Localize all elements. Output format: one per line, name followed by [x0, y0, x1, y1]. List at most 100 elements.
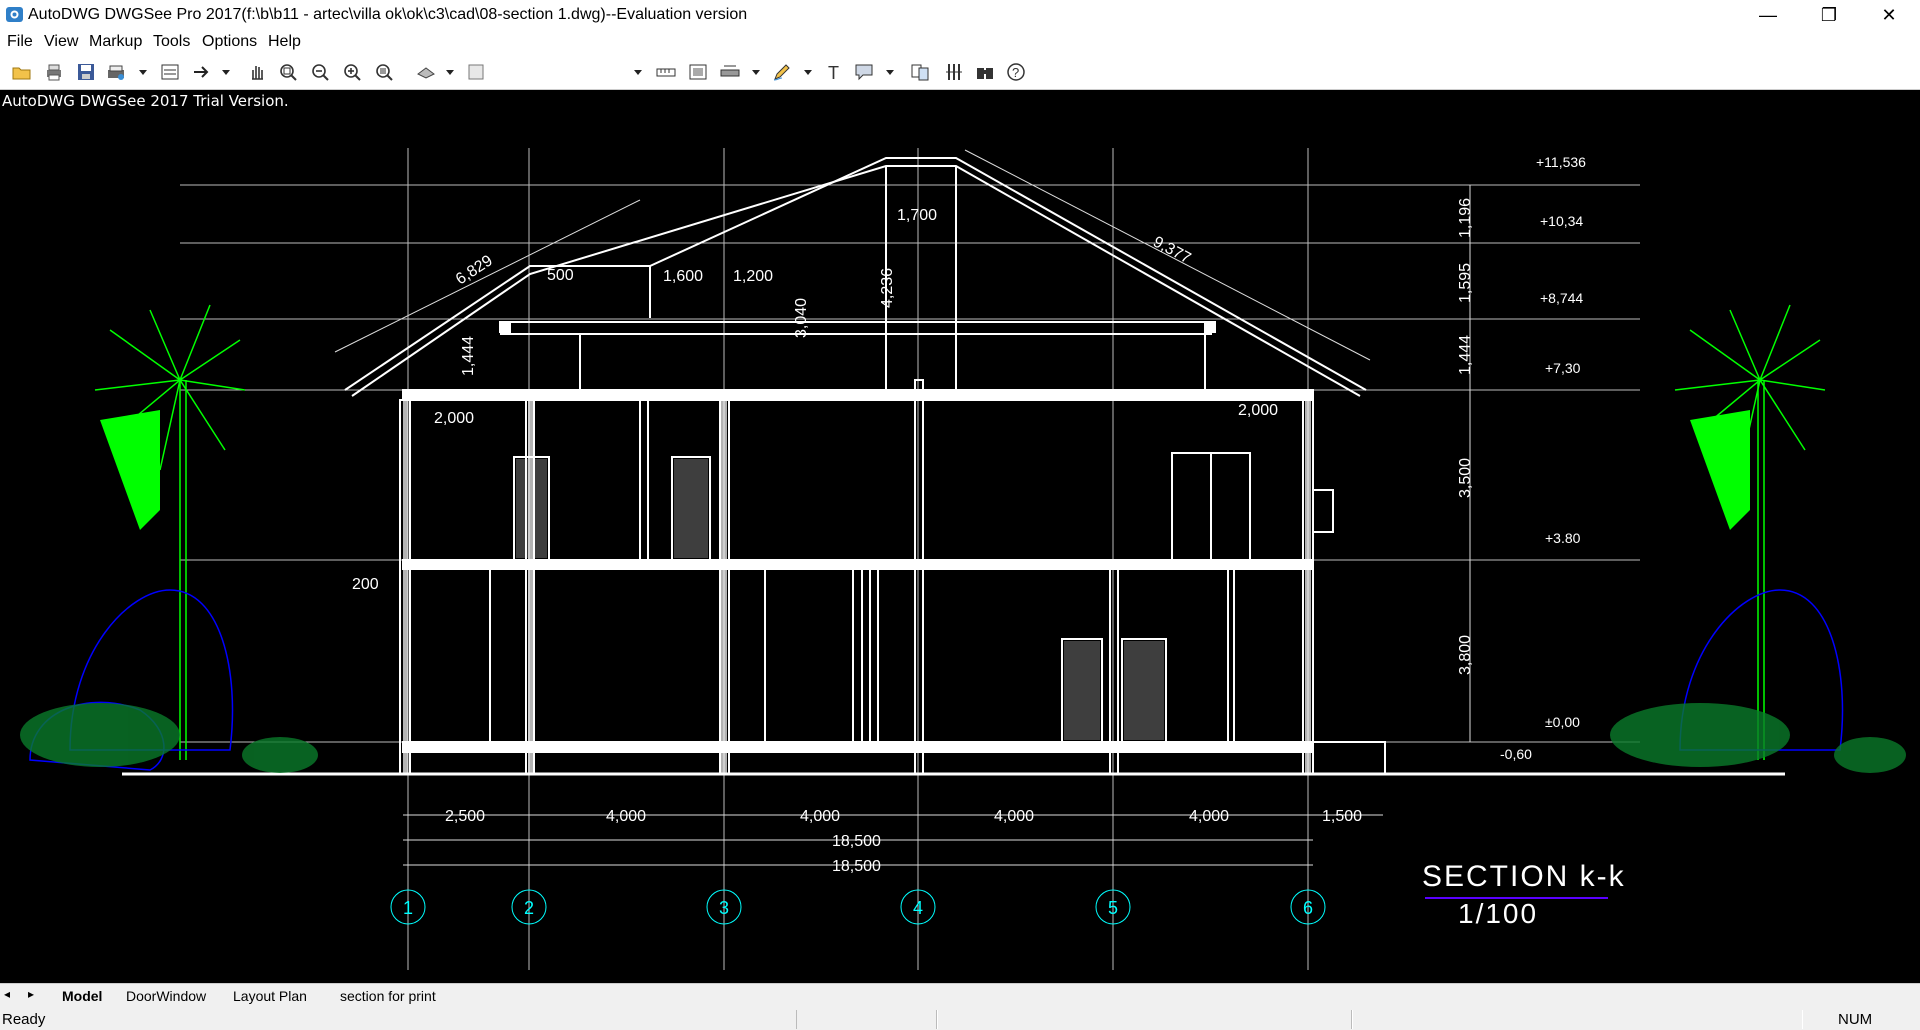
dim-span-3: 4,000 [800, 808, 840, 825]
building-section [344, 157, 1386, 775]
page-layout-icon[interactable] [160, 62, 180, 82]
close-button[interactable]: ✕ [1866, 0, 1912, 30]
text-tool-icon[interactable]: T [824, 62, 844, 82]
dim-4236: 4,236 [879, 268, 896, 308]
menu-tools[interactable]: Tools [153, 33, 190, 51]
markup-pen-icon[interactable] [772, 62, 792, 82]
menu-markup[interactable]: Markup [89, 33, 142, 51]
pan-hand-icon[interactable] [247, 62, 267, 82]
dim-total-2: 18,500 [832, 858, 881, 875]
section-title: SECTION k-k [1422, 860, 1626, 893]
left-palm-tree [94, 304, 246, 760]
menu-file[interactable]: File [7, 33, 33, 51]
dim-200: 200 [352, 576, 379, 593]
level-1034: +10,34 [1540, 213, 1583, 229]
level-000: ±0,00 [1545, 714, 1580, 730]
batch-print-icon[interactable] [106, 62, 126, 82]
markup-dropdown-icon[interactable] [804, 70, 812, 75]
batch-print-dropdown-icon[interactable] [139, 70, 147, 75]
num-lock-indicator: NUM [1838, 1011, 1873, 1028]
open-folder-icon[interactable] [12, 62, 32, 82]
measure-area-icon[interactable] [688, 62, 708, 82]
grid-bubbles: 1 2 3 4 5 6 [390, 889, 1326, 925]
callout-icon[interactable] [854, 62, 874, 82]
grid-bubble-label: 4 [913, 898, 923, 918]
level-8744: +8,744 [1540, 290, 1583, 306]
dim-roof-right-slope: 9,377 [1150, 234, 1193, 268]
status-pane-3 [1351, 1010, 1803, 1029]
layer-properties-dropdown-icon[interactable] [446, 70, 454, 75]
level-11536: +11,536 [1536, 154, 1586, 170]
measure-distance-icon[interactable] [656, 62, 676, 82]
status-pane-1 [796, 1010, 938, 1029]
svg-text:?: ? [1012, 65, 1019, 80]
dim-3040: 3,040 [793, 298, 810, 338]
menu-options[interactable]: Options [202, 33, 257, 51]
save-icon[interactable] [76, 62, 96, 82]
maximize-button[interactable]: ❐ [1806, 0, 1852, 30]
dwgsee-app-icon [6, 7, 23, 22]
dim-1200: 1,200 [733, 268, 773, 285]
title-bar: AutoDWG DWGSee Pro 2017(f:\b\b11 - artec… [0, 0, 1920, 30]
status-pane-2 [936, 1010, 1353, 1029]
dim-total-1: 18,500 [832, 833, 881, 850]
help-icon[interactable]: ? [1006, 62, 1026, 82]
tab-scroll-left-icon[interactable]: ◂ [4, 987, 10, 1001]
level-730: +7,30 [1545, 360, 1581, 376]
section-scale: 1/100 [1458, 898, 1538, 929]
dim-span-6: 1,500 [1322, 808, 1362, 825]
zoom-extents-icon[interactable] [374, 62, 394, 82]
zoom-out-icon[interactable] [310, 62, 330, 82]
tab-section-for-print[interactable]: section for print [340, 988, 436, 1004]
dim-2000-left: 2,000 [434, 410, 474, 427]
vdim-1595: 1,595 [1457, 263, 1474, 303]
layout-tabs-bar: ◂ ▸ Model DoorWindow Layout Plan section… [0, 983, 1920, 1010]
dim-1700: 1,700 [897, 207, 937, 224]
measure-dropdown-icon[interactable] [752, 70, 760, 75]
toolbar: 0 T ? [0, 55, 1920, 140]
drawing-canvas[interactable]: AutoDWG DWGSee 2017 Trial Version. 1 2 3… [0, 90, 1920, 983]
menu-help[interactable]: Help [268, 33, 301, 51]
dim-1600: 1,600 [663, 268, 703, 285]
find-binoculars-icon[interactable] [975, 62, 995, 82]
dimension-lines [334, 149, 1471, 866]
tab-scroll-right-icon[interactable]: ▸ [28, 987, 34, 1001]
layer-properties-icon[interactable] [416, 62, 436, 82]
dim-1444-left: 1,444 [460, 336, 477, 376]
vdim-3500: 3,500 [1457, 458, 1474, 498]
left-bushes [20, 703, 318, 773]
window-title: AutoDWG DWGSee Pro 2017(f:\b\b11 - artec… [28, 6, 748, 23]
grid-bubble-label: 1 [403, 898, 413, 918]
dim-span-2: 4,000 [606, 808, 646, 825]
dim-span-1: 2,500 [445, 808, 485, 825]
measure-options-icon[interactable] [720, 62, 740, 82]
dim-span-4: 4,000 [994, 808, 1034, 825]
arrow-right-icon[interactable] [192, 62, 212, 82]
menu-view[interactable]: View [44, 33, 78, 51]
zoom-in-icon[interactable] [342, 62, 362, 82]
layer-dropdown-icon[interactable] [634, 70, 642, 75]
block-icon[interactable] [944, 62, 964, 82]
dim-2000-right: 2,000 [1238, 402, 1278, 419]
tab-layout-plan[interactable]: Layout Plan [233, 988, 307, 1004]
grid-bubble-label: 2 [524, 898, 534, 918]
level-060: -0,60 [1500, 746, 1532, 762]
arrow-dropdown-icon[interactable] [222, 70, 230, 75]
vdim-1444: 1,444 [1457, 335, 1474, 375]
tab-doorwindow[interactable]: DoorWindow [126, 988, 206, 1004]
right-palm-tree [1674, 304, 1826, 760]
vdim-1196: 1,196 [1457, 198, 1474, 238]
minimize-button[interactable]: — [1745, 0, 1791, 30]
grid-bubble-label: 5 [1108, 898, 1118, 918]
print-icon[interactable] [44, 62, 64, 82]
vdim-3800: 3,800 [1457, 635, 1474, 675]
callout-dropdown-icon[interactable] [886, 70, 894, 75]
tab-model[interactable]: Model [62, 988, 102, 1004]
status-text: Ready [2, 1011, 46, 1028]
grid-bubble-label: 3 [719, 898, 729, 918]
compare-icon[interactable] [910, 62, 930, 82]
layer-window-icon[interactable] [466, 62, 486, 82]
zoom-window-icon[interactable] [278, 62, 298, 82]
status-bar: Ready NUM [0, 1009, 1920, 1030]
menu-bar: File View Markup Tools Options Help [0, 30, 1920, 54]
